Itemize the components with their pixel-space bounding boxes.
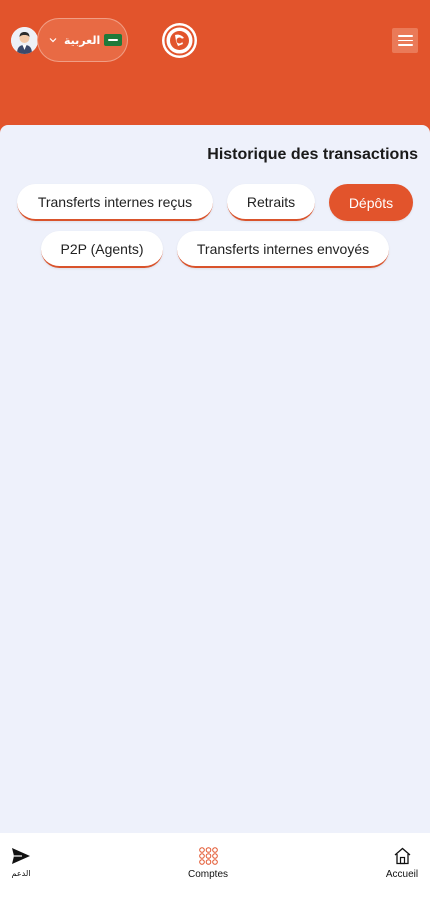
header: العربية [0,0,430,125]
user-avatar-icon [11,27,38,54]
brand-logo-icon [164,25,195,56]
page-title: Historique des transactions [207,146,418,163]
logo[interactable] [162,23,197,58]
chevron-down-icon [49,38,57,43]
nav-accueil[interactable]: Accueil [382,847,422,880]
nav-support-label: الدعم [11,869,31,878]
flag-icon [104,34,123,46]
tab-p2p-agents[interactable]: P2P (Agents) [41,231,163,268]
tab-retraits[interactable]: Retraits [227,184,315,221]
tab-transferts-internes-envoyes[interactable]: Transferts internes envoyés [177,231,389,268]
menu-icon [397,35,413,37]
home-icon [394,847,410,865]
nav-support[interactable]: الدعم [8,847,34,878]
bottom-nav: الدعم Comptes Accueil [0,833,430,900]
language-selector[interactable]: العربية [37,18,128,62]
tab-transferts-internes-recus[interactable]: Transferts internes reçus [17,184,213,221]
menu-button[interactable] [392,28,418,53]
main-panel: Historique des transactions Transferts i… [0,125,430,833]
tab-depots[interactable]: Dépôts [329,184,413,221]
nav-comptes-label: Comptes [187,869,228,880]
send-icon [12,848,30,864]
nav-accueil-label: Accueil [385,869,419,880]
avatar[interactable] [11,27,38,54]
nav-comptes[interactable]: Comptes [182,847,234,880]
grid-icon [198,847,218,865]
language-label: العربية [64,34,101,47]
